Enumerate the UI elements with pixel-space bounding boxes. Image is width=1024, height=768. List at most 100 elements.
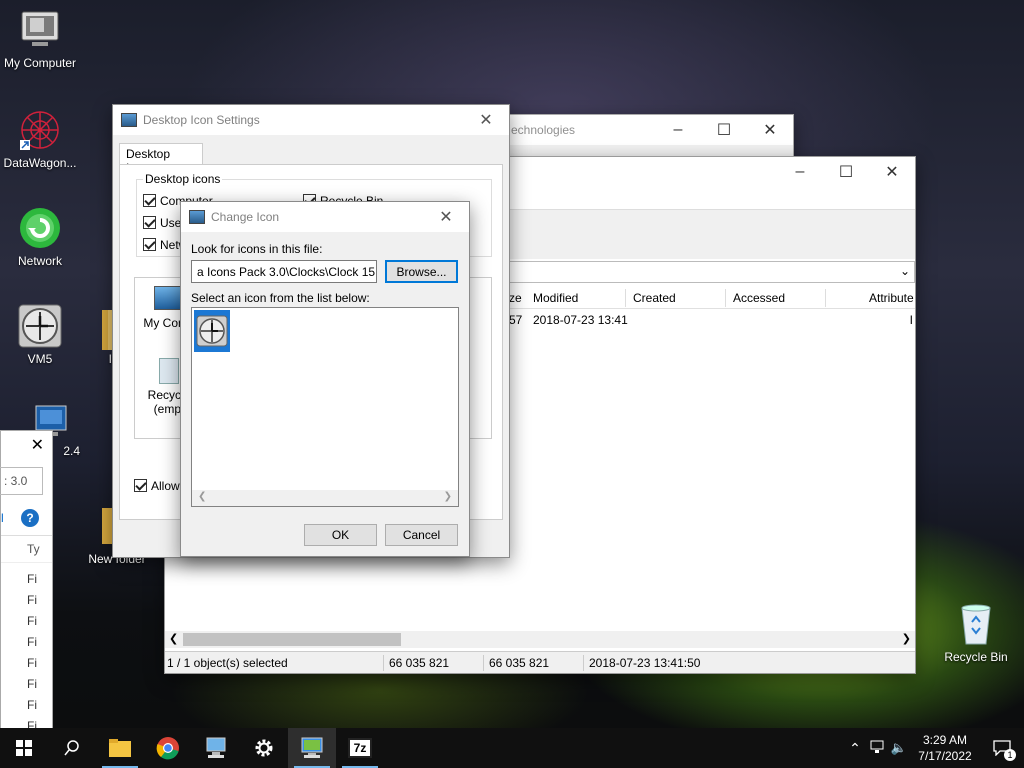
network-icon: [18, 206, 62, 250]
desktop-icon-label: Recycle Bin: [944, 650, 1008, 664]
dialog-title: Desktop Icon Settings: [143, 113, 260, 127]
list-item[interactable]: Fi: [27, 590, 37, 611]
column-header-accessed[interactable]: Accessed: [733, 291, 785, 305]
column-header-created[interactable]: Created: [633, 291, 676, 305]
file-attr-cell: I: [909, 313, 913, 327]
icon-file-path-input[interactable]: a Icons Pack 3.0\Clocks\Clock 15.ico: [191, 260, 377, 283]
list-item[interactable]: Fi: [27, 611, 37, 632]
maximize-icon[interactable]: ☐: [701, 115, 747, 145]
horizontal-scrollbar[interactable]: ❮ ❯: [165, 631, 915, 648]
close-icon[interactable]: ✕: [423, 202, 469, 232]
taskbar-computer-app[interactable]: [192, 728, 240, 768]
desktop-icon-label: Network: [17, 254, 62, 268]
7zip-icon: 7z: [348, 738, 372, 758]
close-icon[interactable]: ✕: [747, 115, 793, 145]
list-header: Ty: [1, 535, 52, 563]
icon-list-scrollbar[interactable]: ❮ ❯: [192, 490, 458, 506]
minimize-icon[interactable]: –: [655, 115, 701, 145]
icon-list[interactable]: ❮ ❯: [191, 307, 459, 507]
look-for-label: Look for icons in this file:: [191, 242, 323, 256]
notifications-button[interactable]: 1: [980, 728, 1024, 768]
gear-icon: [255, 739, 273, 757]
desktop-icon-datawagon[interactable]: DataWagon...: [0, 108, 80, 170]
taskbar-chrome[interactable]: [144, 728, 192, 768]
column-divider[interactable]: [625, 289, 626, 307]
tab-desktop-icons[interactable]: Desktop Icons: [119, 143, 203, 175]
scroll-right-icon[interactable]: ❯: [444, 491, 452, 502]
select-icon-label: Select an icon from the list below:: [191, 291, 370, 305]
desktop-icon-vm5[interactable]: VM5: [0, 304, 80, 366]
desktop-icon-my-computer[interactable]: My Computer: [0, 8, 80, 70]
window-title: echnologies: [511, 123, 576, 137]
dialog-titlebar[interactable]: Desktop Icon Settings ✕: [113, 105, 509, 135]
path-bar[interactable]: ⌄: [505, 261, 915, 283]
background-window[interactable]: echnologies – ☐ ✕: [480, 114, 794, 162]
scroll-thumb[interactable]: [183, 633, 401, 646]
clock[interactable]: 3:29 AM 7/17/2022: [910, 732, 980, 764]
column-header-size[interactable]: ze: [509, 291, 522, 305]
dialog-titlebar[interactable]: Change Icon ✕: [181, 202, 469, 232]
scroll-left-icon[interactable]: ❮: [169, 632, 178, 645]
windows-logo-icon: [16, 740, 32, 756]
taskbar-7zip[interactable]: 7z: [336, 728, 384, 768]
search-button[interactable]: [48, 728, 96, 768]
status-size: 66 035 821: [389, 656, 450, 670]
display-settings-icon: [301, 737, 323, 758]
group-label: Desktop icons: [143, 172, 223, 186]
status-bar: 1 / 1 object(s) selected 66 035 821 66 0…: [165, 651, 915, 673]
left-partial-window[interactable]: ✕ : 3.0 l ? Ty Fi Fi Fi Fi Fi Fi Fi Fi: [0, 430, 53, 733]
list-item[interactable]: Fi: [27, 674, 37, 695]
list-item[interactable]: Fi: [27, 569, 37, 590]
status-size-2: 66 035 821: [489, 656, 550, 670]
column-divider[interactable]: [825, 289, 826, 307]
icon-list-item-selected[interactable]: [194, 310, 230, 352]
taskbar-settings[interactable]: [240, 728, 288, 768]
notification-badge: 1: [1004, 749, 1016, 761]
column-divider[interactable]: [725, 289, 726, 307]
close-icon[interactable]: ✕: [869, 157, 915, 187]
start-button[interactable]: [0, 728, 48, 768]
maximize-icon[interactable]: ☐: [823, 157, 869, 187]
chevron-up-icon[interactable]: ⌃: [844, 740, 866, 757]
recycle-bin-icon: [954, 602, 998, 646]
minimize-icon[interactable]: –: [777, 157, 823, 187]
checkbox-allow-themes[interactable]: Allow t: [134, 479, 186, 493]
list-item[interactable]: Fi: [27, 695, 37, 716]
scroll-left-icon[interactable]: ❮: [198, 491, 206, 502]
taskbar: 7z ⌃ 🔈 3:29 AM 7/17/2022 1: [0, 728, 1024, 768]
text-field[interactable]: : 3.0: [0, 467, 43, 495]
ok-button[interactable]: OK: [304, 524, 377, 546]
close-icon[interactable]: ✕: [463, 105, 509, 135]
cancel-button[interactable]: Cancel: [385, 524, 458, 546]
taskbar-desktop-icon-settings[interactable]: [288, 728, 336, 768]
file-modified-cell: 2018-07-23 13:41: [533, 313, 628, 327]
file-row[interactable]: 57 2018-07-23 13:41 I: [505, 311, 915, 331]
browse-button[interactable]: Browse...: [385, 260, 458, 283]
desktop-icon-label: VM5: [27, 352, 53, 366]
desktop-icon-recycle-bin[interactable]: Recycle Bin: [936, 602, 1016, 664]
network-status-icon[interactable]: [866, 740, 888, 757]
list-item[interactable]: Fi: [27, 653, 37, 674]
status-selected: 1 / 1 object(s) selected: [167, 656, 288, 670]
scroll-right-icon[interactable]: ❯: [902, 632, 911, 645]
change-icon-dialog[interactable]: Change Icon ✕ Look for icons in this fil…: [180, 201, 470, 557]
recycle-bin-icon: [159, 358, 179, 384]
column-header-attributes[interactable]: Attribute: [869, 291, 914, 305]
change-icon-app-icon: [189, 210, 205, 224]
link-fragment[interactable]: l: [1, 511, 4, 525]
desktop-icon-label: My Computer: [3, 56, 77, 70]
chrome-icon: [156, 737, 179, 760]
search-icon: [64, 740, 79, 756]
computer-icon: [18, 8, 62, 52]
volume-icon[interactable]: 🔈: [888, 740, 910, 756]
window-titlebar[interactable]: echnologies – ☐ ✕: [481, 115, 793, 145]
checkbox-user[interactable]: User: [143, 216, 185, 230]
desktop-icon-network[interactable]: Network: [0, 206, 80, 268]
taskbar-file-explorer[interactable]: [96, 728, 144, 768]
help-icon[interactable]: ?: [21, 509, 39, 527]
file-size-cell: 57: [509, 313, 523, 327]
close-icon[interactable]: ✕: [31, 435, 44, 455]
chevron-down-icon[interactable]: ⌄: [900, 264, 910, 278]
list-item[interactable]: Fi: [27, 632, 37, 653]
column-header-modified[interactable]: Modified: [533, 291, 578, 305]
